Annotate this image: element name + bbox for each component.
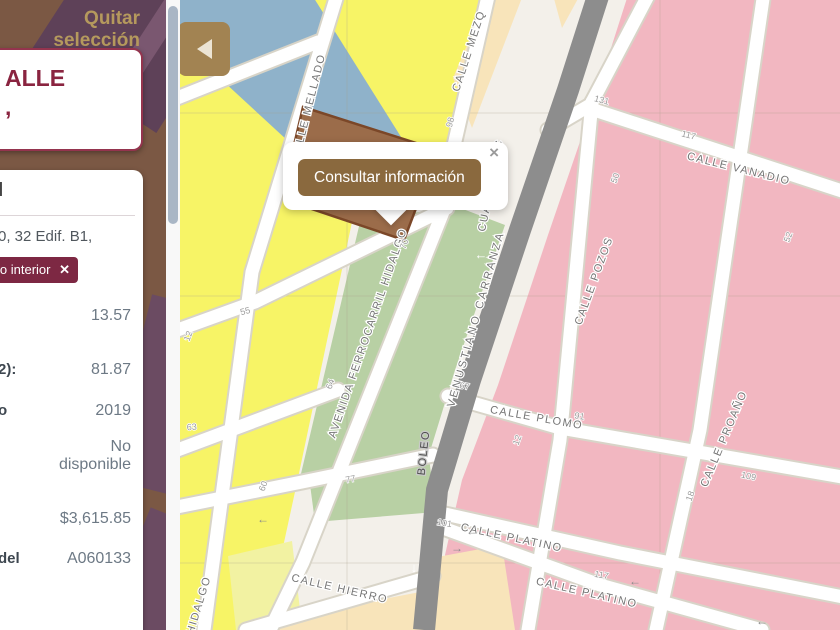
address-text: 0, 32 Edif. B1, xyxy=(0,228,93,245)
info-row: $3,615.85 xyxy=(0,510,131,528)
arrow-left-icon: ← xyxy=(257,512,269,526)
info-row: 13.57 xyxy=(0,307,131,325)
arrow-left-icon: ← xyxy=(629,574,641,588)
parcel-cream-top[interactable] xyxy=(553,0,580,28)
row-label: del xyxy=(0,550,20,567)
row-value: A060133 xyxy=(66,550,131,567)
info-card-heading: l xyxy=(0,180,4,201)
row-value: 81.87 xyxy=(90,361,131,378)
arrow-down-icon: ↓ xyxy=(411,560,418,575)
house-number: 67 xyxy=(459,380,471,392)
arrow-left-icon: ← xyxy=(756,614,768,628)
info-row: No disponible xyxy=(0,438,131,474)
row-label: 2): xyxy=(0,361,17,378)
badge-remove-icon[interactable]: ✕ xyxy=(59,262,70,277)
map-canvas[interactable]: CALLE MELLADO CALLE MEZQ AVENIDA FERROCA… xyxy=(166,0,840,630)
sidebar-panel: Quitar selección ALLE , l 0, 32 Edif. B1… xyxy=(0,0,166,630)
row-value: $3,615.85 xyxy=(59,510,131,527)
title-card: ALLE , xyxy=(0,48,143,151)
interior-badge: otro interior ✕ xyxy=(0,257,78,283)
scrollbar-thumb[interactable] xyxy=(168,6,178,224)
arrow-right-icon: → xyxy=(451,541,463,555)
house-number: 63 xyxy=(186,422,197,433)
title-line-2: , xyxy=(5,94,12,120)
clear-selection-button[interactable]: Quitar selección xyxy=(0,8,140,52)
popup-close-icon[interactable]: × xyxy=(489,144,499,162)
row-label: o xyxy=(0,402,8,419)
row-value: 13.57 xyxy=(90,307,131,324)
arrow-left-icon: ← xyxy=(466,524,478,538)
row-value: No disponible xyxy=(58,438,131,473)
title-line-1: ALLE xyxy=(5,65,66,91)
arrow-left-icon: ← xyxy=(475,247,488,262)
house-number: 77 xyxy=(345,473,357,485)
badge-label: otro interior xyxy=(0,262,51,277)
chevron-left-icon xyxy=(196,39,212,59)
info-row: 2): 81.87 xyxy=(0,361,131,379)
row-value: 2019 xyxy=(95,402,131,419)
info-card: l 0, 32 Edif. B1, otro interior ✕ 13.57 … xyxy=(0,170,143,630)
consult-info-button[interactable]: Consultar información xyxy=(298,159,481,196)
info-row: o 2019 xyxy=(0,402,131,420)
info-row: del A060133 xyxy=(0,550,131,568)
sidebar-scrollbar[interactable] xyxy=(166,0,180,630)
map-popup: × Consultar información xyxy=(283,142,508,210)
collapse-sidebar-button[interactable] xyxy=(178,22,230,76)
divider xyxy=(0,215,135,216)
map-svg: CALLE MELLADO CALLE MEZQ AVENIDA FERROCA… xyxy=(180,0,840,630)
house-number: 91 xyxy=(574,410,586,422)
